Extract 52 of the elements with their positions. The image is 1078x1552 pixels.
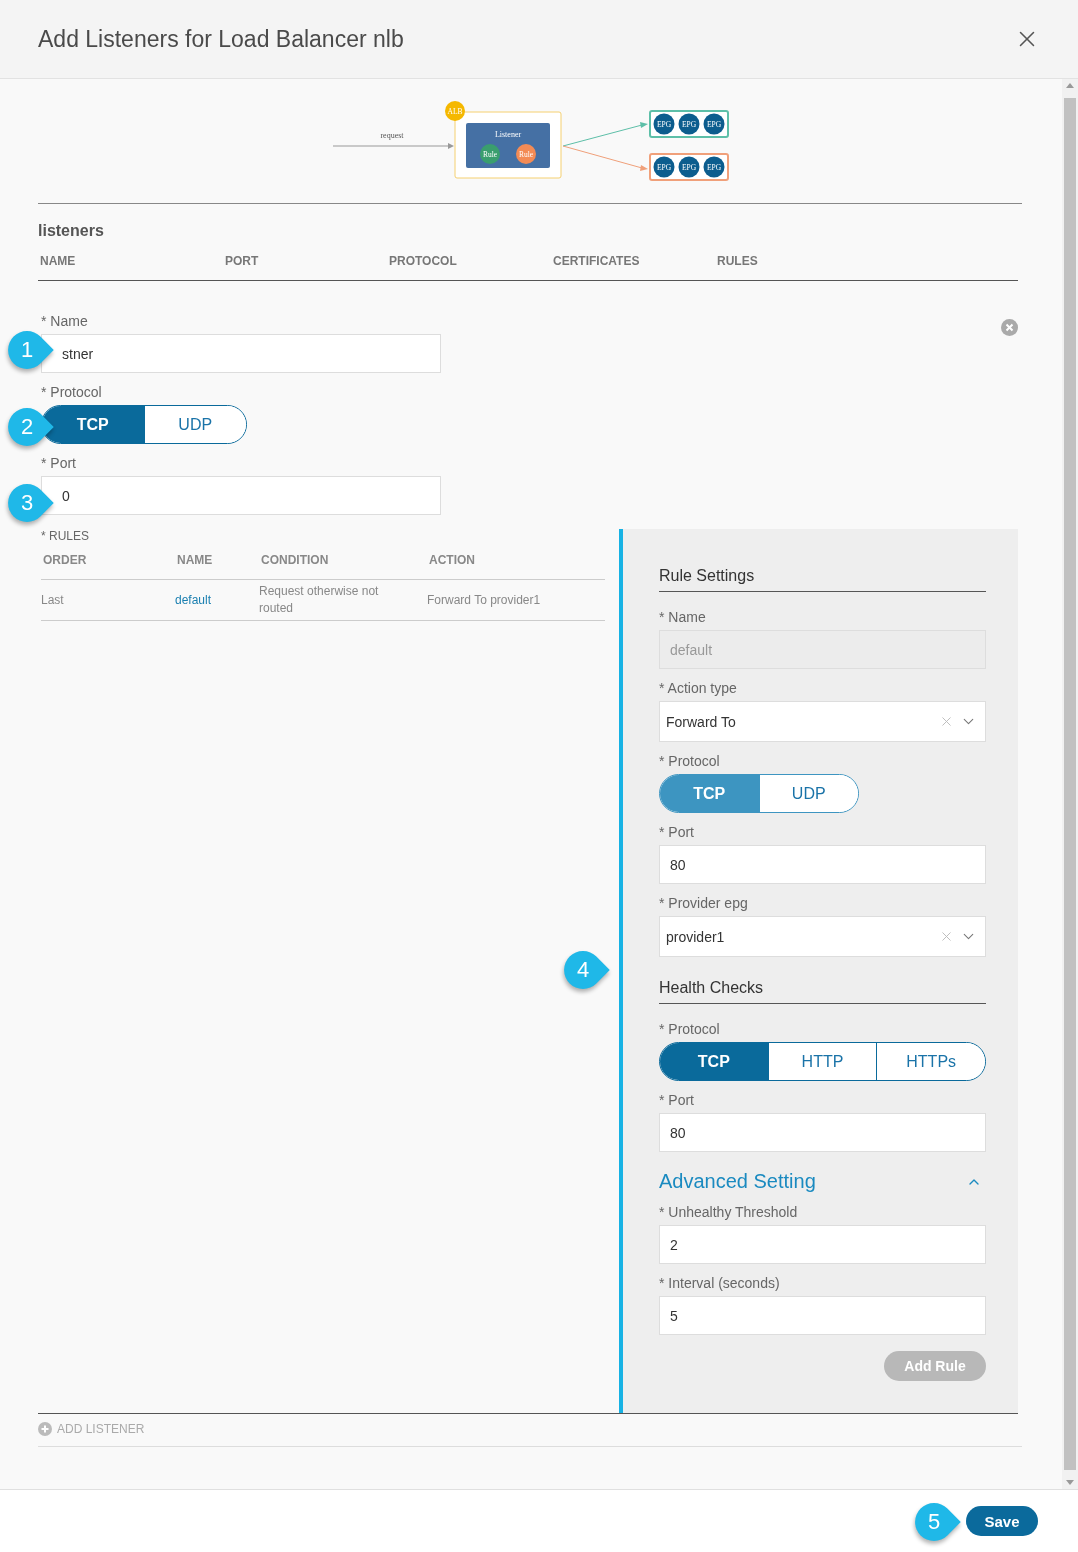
panel-heading: Health Checks bbox=[659, 979, 986, 1004]
plus-icon bbox=[38, 1422, 52, 1436]
column-header: CERTIFICATES bbox=[553, 254, 641, 268]
field-label: * Provider epg bbox=[659, 895, 748, 911]
field-label: * Protocol bbox=[41, 384, 102, 400]
segmented-control[interactable]: TCP HTTP HTTPs bbox=[659, 1042, 986, 1081]
column-header: CONDITION bbox=[260, 552, 330, 569]
dialog-title: Add Listeners for Load Balancer nlb bbox=[38, 25, 404, 53]
table-cell-text: Forward To provider1 bbox=[427, 591, 542, 609]
column-header: NAME bbox=[40, 254, 77, 268]
column-header: PORT bbox=[225, 254, 260, 268]
field-label: * Port bbox=[659, 1092, 694, 1108]
clear-icon[interactable] bbox=[939, 929, 954, 944]
rule-link[interactable]: default bbox=[175, 591, 212, 609]
column-header: RULES bbox=[717, 254, 759, 268]
toggle-option[interactable]: TCP bbox=[660, 1043, 768, 1080]
field-label: * Protocol bbox=[659, 1021, 720, 1037]
toggle-option[interactable]: TCP bbox=[42, 406, 144, 443]
column-header: PROTOCOL bbox=[389, 254, 458, 268]
section-label: * RULES bbox=[41, 529, 91, 543]
toggle-option[interactable]: UDP bbox=[143, 406, 246, 443]
table-cell-text: Request otherwise not routed bbox=[259, 583, 380, 617]
input-field[interactable]: 0 bbox=[41, 476, 441, 515]
input-field[interactable]: 2 bbox=[659, 1225, 986, 1264]
field-label: * Name bbox=[659, 609, 706, 625]
field-label: * Port bbox=[659, 824, 694, 840]
clear-icon[interactable] bbox=[939, 714, 954, 729]
field-label: * Interval (seconds) bbox=[659, 1275, 780, 1291]
field-label: * Port bbox=[41, 455, 76, 471]
column-header: NAME bbox=[176, 552, 214, 569]
toggle-option[interactable]: HTTPs bbox=[876, 1043, 985, 1080]
section-title: listeners bbox=[38, 222, 105, 240]
field-label: * Unhealthy Threshold bbox=[659, 1204, 798, 1220]
input-field[interactable]: 80 bbox=[659, 845, 986, 884]
select-field[interactable]: provider1 bbox=[659, 916, 986, 957]
field-label: * Name bbox=[41, 313, 88, 329]
remove-icon[interactable] bbox=[1001, 319, 1018, 336]
column-header: ACTION bbox=[428, 552, 476, 569]
input-field[interactable]: 80 bbox=[659, 1113, 986, 1152]
table-cell-text: Last bbox=[41, 591, 65, 609]
panel-heading: Rule Settings bbox=[659, 567, 986, 592]
node-label: Listener bbox=[494, 130, 522, 139]
select-field[interactable]: Forward To bbox=[659, 701, 986, 742]
advanced-setting-toggle[interactable]: Advanced Setting bbox=[659, 1170, 986, 1193]
input-field[interactable]: stner bbox=[41, 334, 441, 373]
request-label: request bbox=[380, 131, 404, 140]
field-label: * Action type bbox=[659, 680, 737, 696]
column-header: ORDER bbox=[42, 552, 88, 569]
field-label: * Protocol bbox=[659, 753, 720, 769]
input-field[interactable]: 5 bbox=[659, 1296, 986, 1335]
save-button[interactable]: Save bbox=[966, 1506, 1038, 1536]
scrollbar[interactable] bbox=[1062, 79, 1078, 1489]
